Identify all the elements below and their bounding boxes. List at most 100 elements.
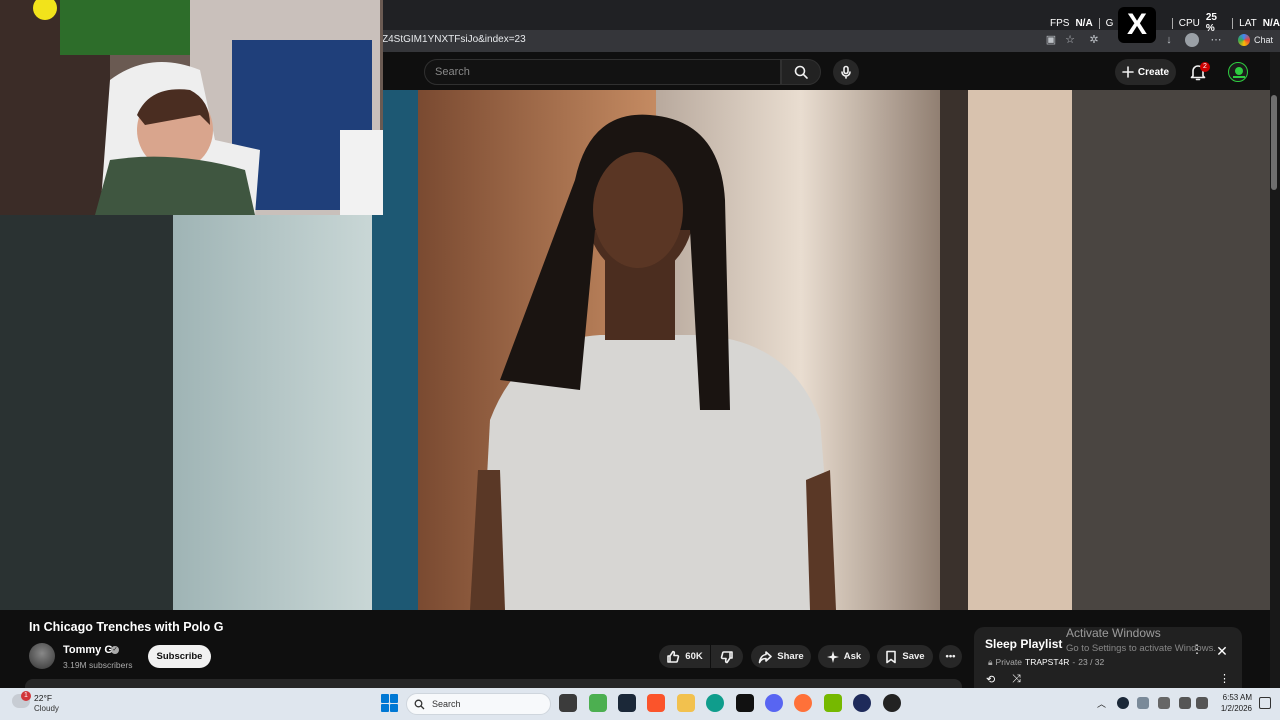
stats-divider [1098, 17, 1100, 29]
stats-divider [1171, 17, 1173, 29]
thumbs-up-icon [667, 650, 680, 663]
app-icon[interactable] [853, 694, 871, 712]
webcam-overlay [0, 0, 383, 215]
copilot-icon [1238, 34, 1250, 46]
video-title: In Chicago Trenches with Polo G [29, 620, 224, 634]
trapstar-logo-icon [1233, 67, 1245, 78]
fps-value: N/A [1075, 17, 1093, 29]
profile-avatar[interactable] [1185, 33, 1199, 47]
channel-avatar[interactable] [29, 643, 55, 669]
playlist-position: 23 / 32 [1078, 657, 1105, 667]
cpu-value: 25 % [1205, 12, 1217, 34]
chrome-app-icon[interactable] [883, 694, 901, 712]
create-label: Create [1137, 66, 1170, 78]
loop-icon[interactable]: ⟲ [986, 673, 995, 686]
gpu-label: G [1105, 17, 1114, 29]
webcam-feed [0, 0, 383, 215]
search-icon [414, 699, 425, 709]
share-label: Share [777, 651, 804, 662]
dislike-button[interactable] [711, 645, 743, 668]
share-button[interactable]: Share [751, 645, 811, 668]
extensions-icon[interactable]: ✲ [1087, 33, 1101, 47]
activate-windows-subtext: Go to Settings to activate Windows. [1066, 643, 1216, 654]
microphone-icon [841, 65, 851, 79]
clock-time: 6:53 AM [1222, 693, 1252, 702]
microphone-tray-icon[interactable] [1158, 697, 1170, 709]
create-button[interactable]: Create [1115, 59, 1176, 85]
voice-search-button[interactable] [833, 59, 859, 85]
edge-icon[interactable] [706, 694, 724, 712]
weather-alert-badge: 1 [21, 691, 31, 701]
share-arrow-icon [758, 650, 773, 663]
browser-menu-icon[interactable]: ⋯ [1209, 33, 1223, 47]
shuffle-icon[interactable]: ⤨ [1012, 673, 1021, 686]
windows-start-icon[interactable] [381, 694, 399, 712]
subscribe-button[interactable]: Subscribe [148, 645, 211, 668]
stats-divider [1232, 17, 1234, 29]
search-button[interactable] [781, 59, 821, 85]
bookmark-icon [886, 650, 897, 663]
address-url[interactable]: Z4StGIM1YNXTFsiJo&index=23 [382, 34, 526, 45]
firefox-icon[interactable] [794, 694, 812, 712]
sparkle-icon [826, 650, 839, 663]
thumbs-down-icon [720, 650, 733, 663]
task-view-icon[interactable] [559, 694, 577, 712]
playlist-title[interactable]: Sleep Playlist [985, 637, 1062, 651]
search-box[interactable] [424, 59, 781, 85]
network-icon[interactable] [1179, 697, 1191, 709]
playlist-options-icon[interactable]: ⋮ [1219, 672, 1230, 685]
more-dots-icon: ••• [945, 651, 956, 662]
steam-tray-icon[interactable] [1117, 697, 1129, 709]
system-clock[interactable]: 6:53 AM 1/2/2026 [1214, 692, 1252, 714]
description-box[interactable] [25, 679, 962, 688]
plus-icon [1122, 66, 1134, 78]
notification-count-badge: 2 [1200, 62, 1210, 72]
save-label: Save [902, 651, 925, 662]
verified-check-icon: ✓ [111, 646, 119, 654]
onedrive-icon[interactable] [1137, 697, 1149, 709]
close-icon[interactable]: ✕ [1214, 643, 1230, 659]
downloads-icon[interactable]: ↓ [1162, 33, 1176, 47]
performance-overlay: FPS N/A G CPU 25 % LAT N/A [1050, 12, 1280, 34]
taskbar-search-label: Search [432, 699, 461, 709]
playlist-owner[interactable]: TRAPST4R [1025, 657, 1069, 668]
like-button[interactable]: 60K [659, 645, 710, 668]
playlist-privacy: Private [995, 657, 1022, 667]
save-button[interactable]: Save [877, 645, 933, 668]
weather-temperature[interactable]: 22°F [34, 693, 52, 703]
scrollbar-thumb[interactable] [1271, 95, 1277, 190]
chevron-up-icon[interactable]: ︿ [1097, 697, 1106, 710]
more-actions-button[interactable]: ••• [939, 645, 962, 668]
discord-icon[interactable] [765, 694, 783, 712]
like-count: 60K [685, 651, 703, 662]
tab-search-icon[interactable]: ▣ [1044, 33, 1058, 47]
steam-icon[interactable] [618, 694, 636, 712]
tiktok-icon[interactable] [736, 694, 754, 712]
x-logo-icon: X [1118, 7, 1156, 43]
taskbar-search[interactable]: Search [406, 693, 551, 715]
notification-center-icon[interactable] [1259, 697, 1271, 709]
fps-label: FPS [1050, 17, 1070, 29]
subscriber-count: 3.19M subscribers [63, 660, 133, 670]
cpu-label: CPU [1178, 17, 1200, 29]
nvidia-icon[interactable] [824, 694, 842, 712]
lat-label: LAT [1239, 17, 1257, 29]
lock-icon: 🔒︎ [988, 657, 993, 667]
activate-windows-watermark: Activate Windows [1066, 626, 1161, 640]
notepad-icon[interactable] [589, 694, 607, 712]
account-avatar[interactable] [1228, 62, 1248, 82]
ask-button[interactable]: Ask [818, 645, 870, 668]
weather-condition[interactable]: Cloudy [34, 704, 59, 713]
bookmark-star-icon[interactable]: ☆ [1063, 33, 1077, 47]
brave-icon[interactable] [647, 694, 665, 712]
windows-taskbar [0, 688, 1280, 720]
search-icon [794, 65, 808, 79]
file-explorer-icon[interactable] [677, 694, 695, 712]
channel-name[interactable]: Tommy G [63, 644, 113, 656]
search-input[interactable] [435, 60, 765, 84]
clock-date: 1/2/2026 [1220, 704, 1252, 713]
lat-value: N/A [1262, 17, 1280, 29]
playlist-meta: 🔒︎ Private TRAPST4R - 23 / 32 [988, 657, 1104, 668]
ask-label: Ask [843, 651, 862, 662]
volume-icon[interactable] [1196, 697, 1208, 709]
